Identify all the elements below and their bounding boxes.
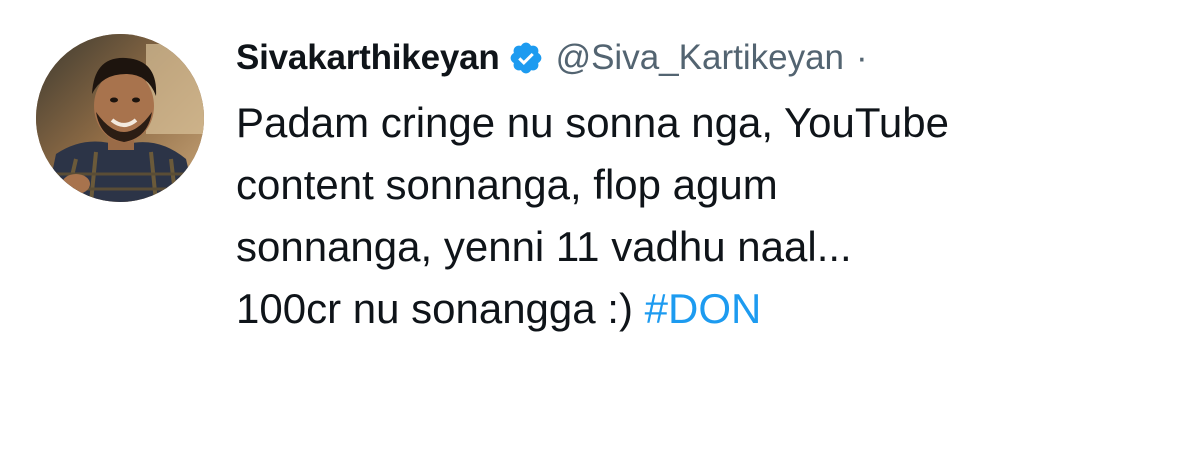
author-name[interactable]: Sivakarthikeyan	[236, 38, 500, 78]
avatar-image	[36, 34, 204, 202]
avatar[interactable]	[36, 34, 204, 202]
tweet-card: Sivakarthikeyan @Siva_Kartikeyan · Padam…	[0, 0, 1200, 455]
tweet-header: Sivakarthikeyan @Siva_Kartikeyan ·	[236, 30, 868, 86]
tweet-text-line: content sonnanga, flop agum	[236, 161, 778, 208]
tweet-text-line: sonnanga, yenni 11 vadhu naal...	[236, 223, 852, 270]
tweet-text-line-last: 100cr nu sonangga :) #DON	[236, 278, 1136, 340]
tweet-text: Padam cringe nu sonna nga, YouTube conte…	[236, 92, 1136, 340]
tweet-text-line-content: 100cr nu sonangga :)	[236, 285, 633, 332]
hashtag-link[interactable]: #DON	[645, 285, 762, 332]
verified-badge-icon	[508, 40, 544, 76]
tweet-text-line: Padam cringe nu sonna nga, YouTube	[236, 99, 949, 146]
header-separator: ·	[856, 38, 868, 77]
author-handle[interactable]: @Siva_Kartikeyan	[556, 38, 844, 78]
